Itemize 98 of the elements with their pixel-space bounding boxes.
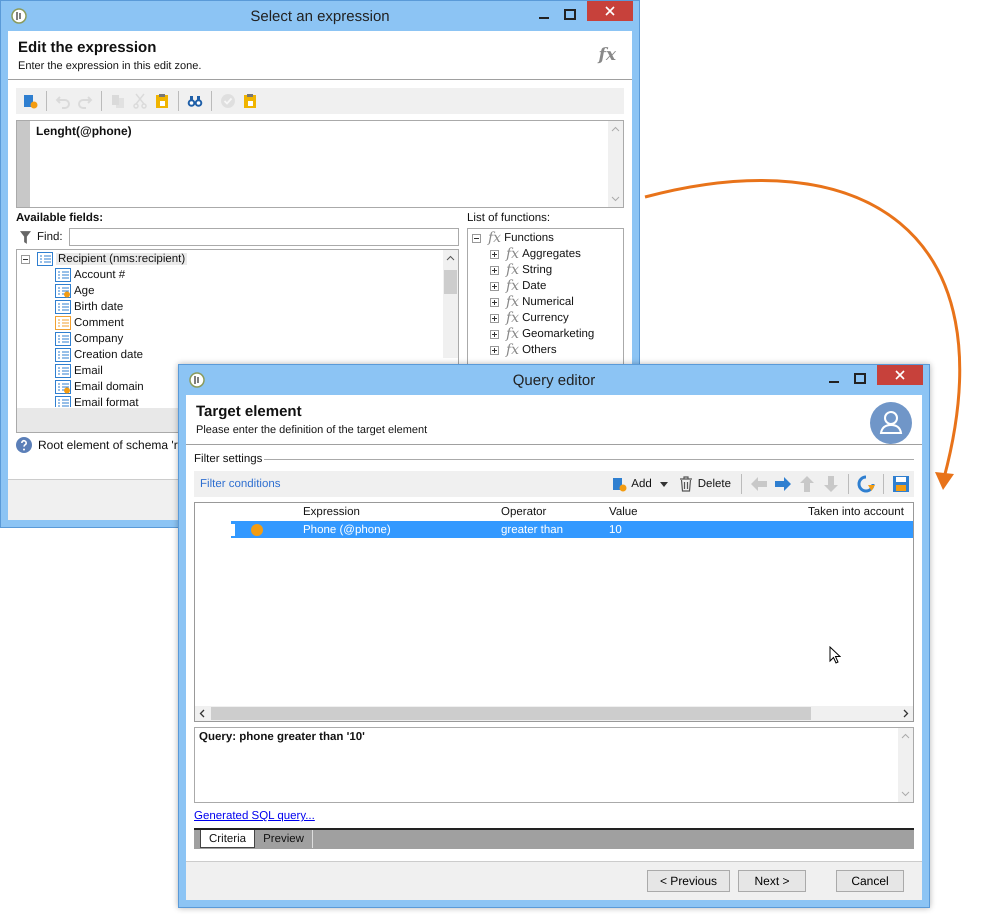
tree-item[interactable]: Geomarketing: [522, 328, 594, 340]
tree-item[interactable]: Date: [522, 280, 546, 292]
field-icon: [55, 364, 71, 378]
scroll-right-icon[interactable]: [903, 709, 909, 718]
trash-icon: [678, 476, 694, 492]
tree-item[interactable]: Functions: [504, 232, 554, 244]
tree-item[interactable]: Creation date: [74, 349, 144, 361]
column-header[interactable]: Operator: [501, 506, 609, 518]
function-glyph: fx: [506, 247, 520, 261]
add-button[interactable]: Add: [609, 476, 670, 492]
fields-label: Available fields:: [16, 212, 104, 224]
field-icon: [55, 316, 71, 330]
next-button[interactable]: Next >: [738, 870, 806, 892]
help-icon: [16, 437, 32, 453]
add-icon: [611, 476, 628, 492]
expand-toggle[interactable]: [490, 266, 499, 274]
right-arrow-icon[interactable]: [774, 475, 792, 493]
tree-item[interactable]: Aggregates: [522, 248, 581, 260]
new-icon[interactable]: [22, 93, 38, 109]
tree-item[interactable]: Account #: [74, 269, 126, 281]
dialog-subheading: Please enter the definition of the target element: [196, 424, 428, 436]
query-summary: Query: phone greater than '10': [198, 730, 366, 745]
collapse-toggle[interactable]: [472, 234, 481, 242]
caret-icon: [660, 482, 668, 486]
tree-item[interactable]: Comment: [74, 317, 124, 329]
computed-field-icon: [55, 380, 71, 394]
tab[interactable]: Criteria: [200, 830, 256, 848]
dialog-subheading: Enter the expression in this edit zone.: [18, 60, 202, 72]
previous-button[interactable]: < Previous: [646, 870, 730, 892]
column-header[interactable]: Expression: [235, 506, 501, 518]
scroll-up-icon[interactable]: [446, 255, 455, 261]
section-label: Filter settings: [194, 453, 262, 465]
tree-item[interactable]: Others: [522, 344, 557, 356]
app-icon: [189, 372, 205, 388]
window-title: Query editor: [512, 372, 596, 388]
find-label: Find:: [37, 231, 63, 243]
expand-toggle[interactable]: [490, 298, 499, 306]
paste-icon[interactable]: [154, 93, 170, 109]
function-glyph: fx: [506, 327, 520, 341]
refresh-icon[interactable]: [857, 475, 875, 493]
close-icon[interactable]: [877, 365, 923, 385]
tree-item[interactable]: String: [522, 264, 552, 276]
mouse-cursor-icon: [829, 646, 841, 664]
delete-button[interactable]: Delete: [676, 476, 733, 492]
field-icon: [55, 332, 71, 346]
computed-field-icon: [55, 284, 71, 298]
table-cell-text: greater than: [501, 524, 564, 536]
tree-item[interactable]: Email format: [74, 397, 139, 407]
column-header[interactable]: Value: [609, 506, 808, 518]
tree-item[interactable]: Age: [74, 285, 94, 297]
tree-item[interactable]: Currency: [522, 312, 569, 324]
functions-label: List of functions:: [467, 212, 552, 224]
function-glyph: fx: [506, 263, 520, 277]
help-text: Root element of schema 'r: [38, 438, 178, 452]
scrollbar[interactable]: [195, 706, 913, 721]
tree-item[interactable]: Numerical: [522, 296, 574, 308]
save-icon[interactable]: [892, 475, 910, 493]
filter-icon: [20, 230, 31, 244]
dialog-heading: Target element: [196, 403, 303, 420]
tree-item[interactable]: Birth date: [74, 301, 124, 313]
function-glyph: fx: [506, 279, 520, 293]
paste-icon[interactable]: [242, 93, 258, 109]
user-avatar-icon: [870, 402, 912, 444]
toolbar-label: Filter conditions: [200, 478, 281, 490]
cancel-button[interactable]: Cancel: [836, 870, 904, 892]
expand-toggle[interactable]: [490, 330, 499, 338]
field-icon: [55, 348, 71, 362]
list-icon: [37, 252, 53, 266]
find-field[interactable]: [68, 228, 459, 246]
app-icon: [11, 8, 27, 24]
tree-item[interactable]: Recipient (nms:recipient): [56, 253, 188, 265]
field-icon: [55, 396, 71, 407]
function-glyph: fx: [598, 45, 616, 65]
dialog-heading: Edit the expression: [18, 39, 158, 56]
scrollbar[interactable]: [443, 250, 458, 358]
scroll-thumb[interactable]: [444, 270, 457, 294]
function-glyph: fx: [488, 231, 502, 245]
function-glyph: fx: [506, 311, 520, 325]
expand-toggle[interactable]: [490, 282, 499, 290]
close-icon[interactable]: [587, 1, 633, 21]
table-cell-text: Phone (@phone): [302, 524, 392, 536]
function-glyph: fx: [506, 295, 520, 309]
find-icon[interactable]: [187, 93, 203, 109]
table-cell-text: 10: [609, 524, 623, 536]
window-title: Select an expression: [250, 8, 390, 24]
scroll-left-icon[interactable]: [199, 709, 205, 718]
field-icon: [55, 268, 71, 282]
function-glyph: fx: [506, 343, 520, 357]
expand-toggle[interactable]: [490, 346, 499, 354]
expand-toggle[interactable]: [490, 314, 499, 322]
column-header[interactable]: Taken into account: [808, 506, 910, 518]
tree-item[interactable]: Email: [74, 365, 103, 377]
expand-toggle[interactable]: [490, 250, 499, 258]
tree-item[interactable]: Company: [74, 333, 124, 345]
collapse-toggle[interactable]: [21, 254, 30, 264]
tree-item[interactable]: Email domain: [74, 381, 144, 393]
sql-query-link[interactable]: Generated SQL query...: [194, 810, 315, 822]
field-icon: [55, 300, 71, 314]
